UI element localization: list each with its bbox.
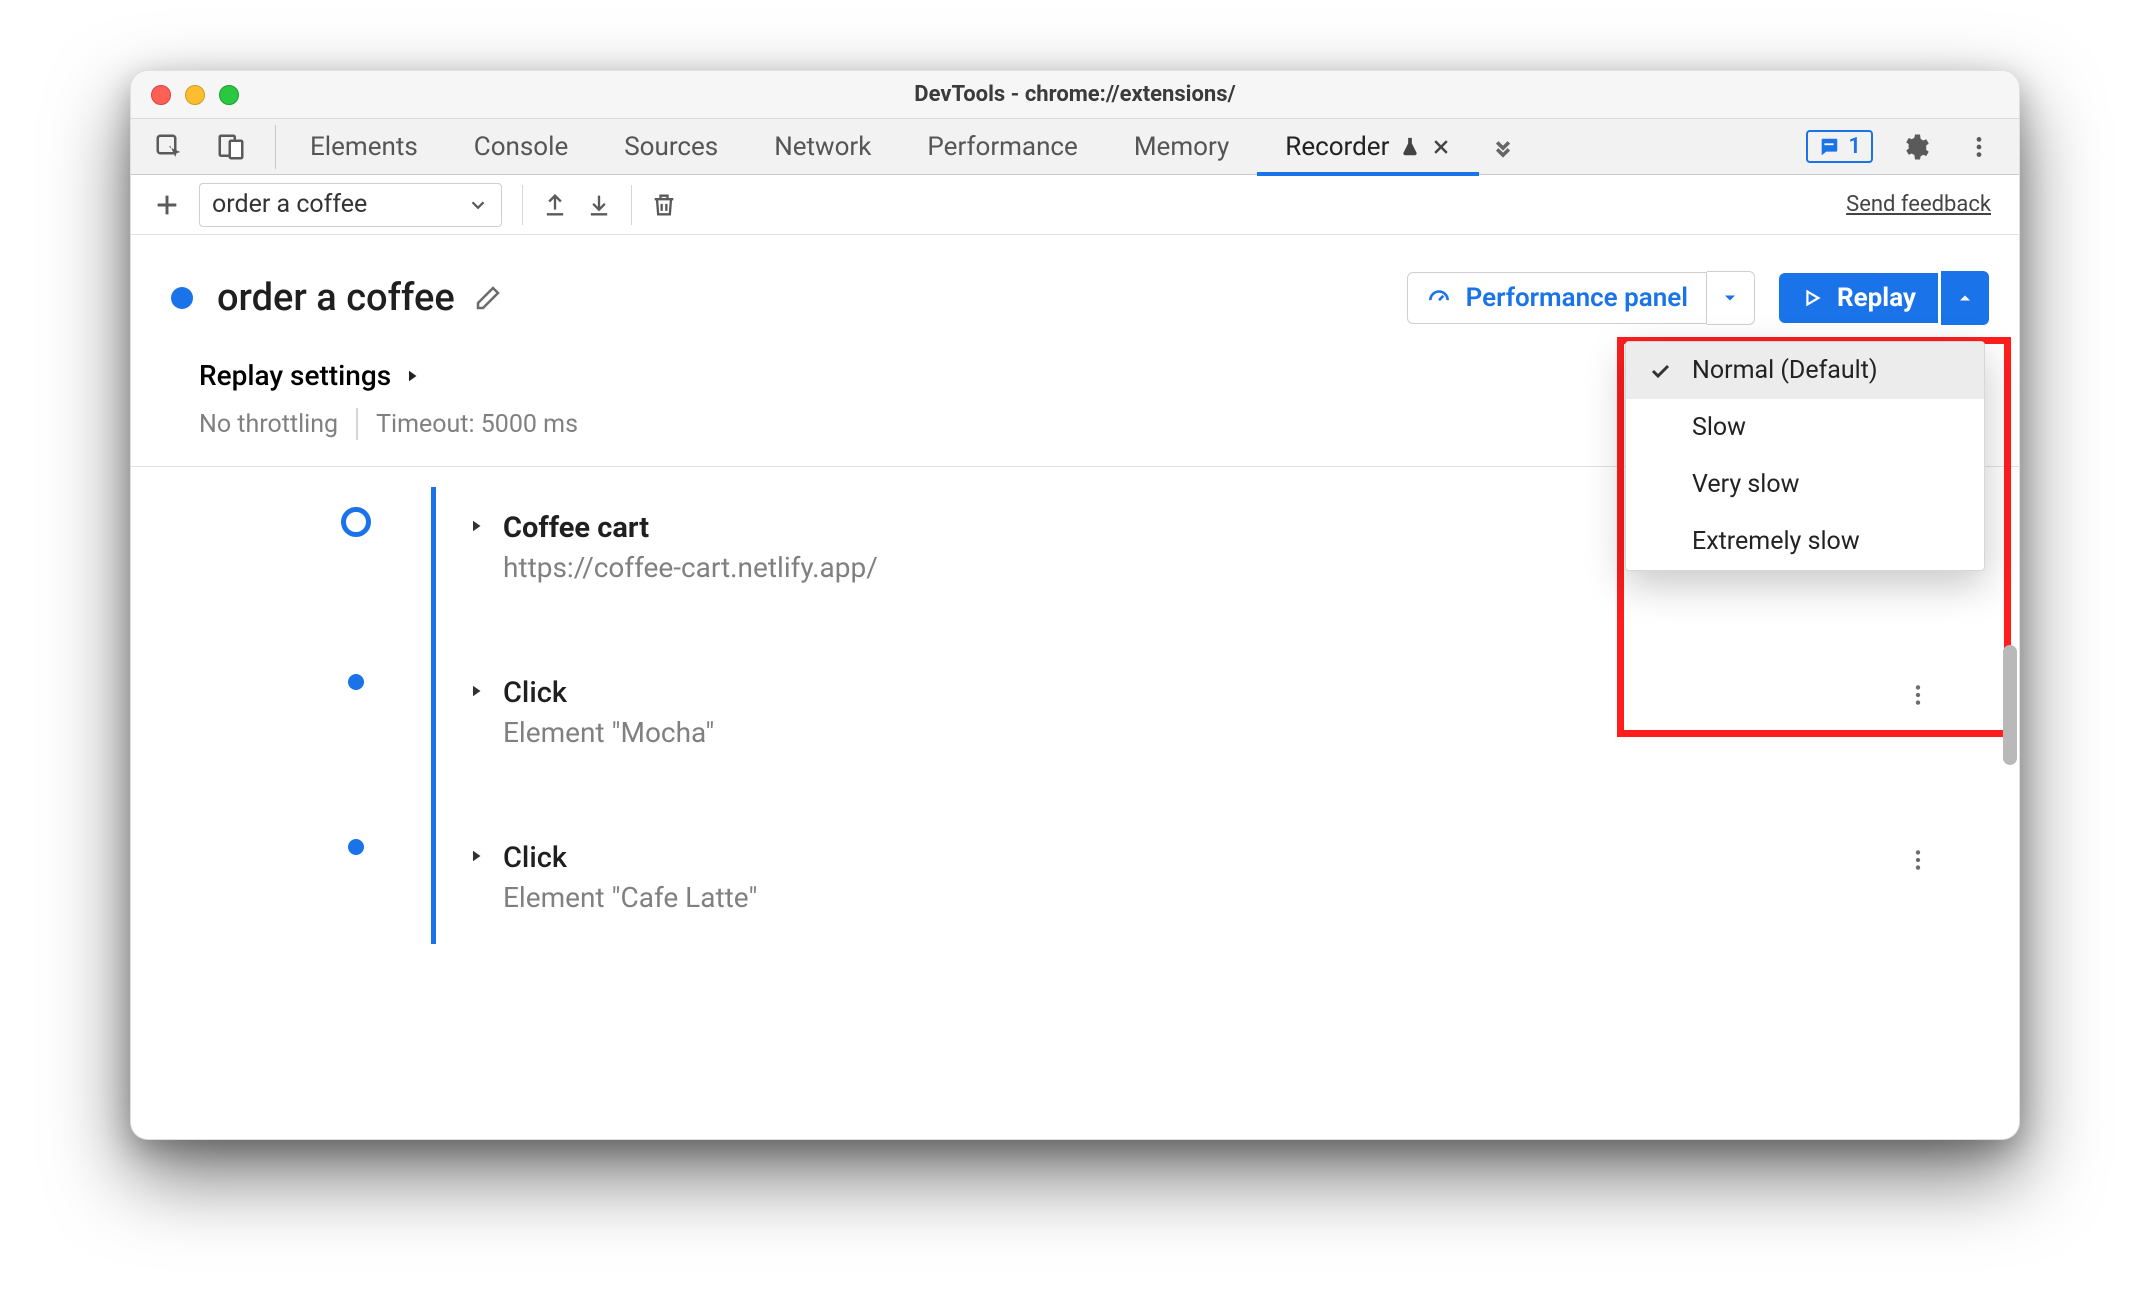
issues-button[interactable]: 1 xyxy=(1806,130,1873,163)
recording-status-dot xyxy=(171,287,193,309)
more-tabs-icon[interactable] xyxy=(1479,133,1527,161)
tab-label: Memory xyxy=(1134,132,1229,162)
replay-label: Replay xyxy=(1837,283,1916,313)
recording-select[interactable]: order a coffee xyxy=(199,183,502,227)
recorder-toolbar: order a coffee Send feedback xyxy=(131,175,2019,235)
menu-item-label: Extremely slow xyxy=(1692,527,1860,556)
tab-sources[interactable]: Sources xyxy=(596,119,746,175)
replay-settings-label: Replay settings xyxy=(199,359,391,392)
menu-item-label: Very slow xyxy=(1692,470,1799,499)
tab-label: Recorder xyxy=(1285,132,1389,162)
tab-memory[interactable]: Memory xyxy=(1106,119,1257,175)
separator xyxy=(356,408,358,440)
separator xyxy=(631,185,632,225)
timeout-value: Timeout: 5000 ms xyxy=(376,410,578,439)
separator xyxy=(522,185,523,225)
issues-count: 1 xyxy=(1848,134,1861,159)
devtools-tabbar: Elements Console Sources Network Perform… xyxy=(131,119,2019,175)
tab-elements[interactable]: Elements xyxy=(282,119,446,175)
devtools-window: DevTools - chrome://extensions/ Elements… xyxy=(130,70,2020,1140)
replay-speed-menu: Normal (Default) Slow Very slow Extremel… xyxy=(1625,341,1985,571)
step-row[interactable]: Click Element "Mocha" xyxy=(411,658,1991,779)
check-icon xyxy=(1648,359,1672,383)
step-subtitle: Element "Mocha" xyxy=(503,716,1905,749)
replay-speed-option-normal[interactable]: Normal (Default) xyxy=(1626,342,1984,399)
step-marker xyxy=(348,674,364,690)
replay-speed-option-very-slow[interactable]: Very slow xyxy=(1626,456,1984,513)
titlebar: DevTools - chrome://extensions/ xyxy=(131,71,2019,119)
replay-speed-option-extremely-slow[interactable]: Extremely slow xyxy=(1626,513,1984,570)
step-menu-icon[interactable] xyxy=(1905,676,1931,708)
tab-label: Network xyxy=(774,132,871,162)
inspect-icon[interactable] xyxy=(147,125,191,169)
tab-label: Performance xyxy=(927,132,1077,162)
close-tab-icon[interactable] xyxy=(1431,137,1451,157)
chevron-down-icon xyxy=(467,194,489,216)
tab-performance[interactable]: Performance xyxy=(899,119,1105,175)
recording-header: order a coffee Performance panel Replay xyxy=(131,235,2019,345)
throttle-value: No throttling xyxy=(199,410,338,439)
menu-item-label: Normal (Default) xyxy=(1692,356,1878,385)
tab-label: Console xyxy=(474,132,568,162)
performance-panel-label: Performance panel xyxy=(1466,283,1688,313)
kebab-menu-icon[interactable] xyxy=(1957,125,2001,169)
scrollbar-thumb[interactable] xyxy=(2003,645,2017,765)
flask-icon xyxy=(1399,136,1421,158)
caret-right-icon[interactable] xyxy=(467,847,485,865)
device-toggle-icon[interactable] xyxy=(209,125,253,169)
step-marker xyxy=(348,839,364,855)
performance-panel-caret[interactable] xyxy=(1707,271,1755,325)
recording-select-value: order a coffee xyxy=(212,190,367,219)
replay-speed-option-slow[interactable]: Slow xyxy=(1626,399,1984,456)
delete-icon[interactable] xyxy=(642,183,686,227)
close-window-button[interactable] xyxy=(151,85,171,105)
tab-label: Elements xyxy=(310,132,418,162)
caret-right-icon[interactable] xyxy=(467,682,485,700)
gauge-icon xyxy=(1426,285,1452,311)
recording-name: order a coffee xyxy=(217,276,455,320)
play-icon xyxy=(1801,287,1823,309)
caret-right-icon xyxy=(403,367,421,385)
menu-item-label: Slow xyxy=(1692,413,1746,442)
tab-network[interactable]: Network xyxy=(746,119,899,175)
tab-recorder[interactable]: Recorder xyxy=(1257,119,1479,175)
step-marker-start xyxy=(341,507,371,537)
import-icon[interactable] xyxy=(577,183,621,227)
separator xyxy=(275,125,276,169)
minimize-window-button[interactable] xyxy=(185,85,205,105)
caret-right-icon[interactable] xyxy=(467,517,485,535)
settings-gear-icon[interactable] xyxy=(1893,125,1937,169)
window-traffic-lights xyxy=(151,85,239,105)
tab-label: Sources xyxy=(624,132,718,162)
send-feedback-link[interactable]: Send feedback xyxy=(1846,192,1991,217)
step-title: Click xyxy=(503,841,1905,875)
replay-speed-caret[interactable] xyxy=(1941,271,1989,325)
chat-icon xyxy=(1818,136,1840,158)
window-title: DevTools - chrome://extensions/ xyxy=(914,82,1235,107)
tab-console[interactable]: Console xyxy=(446,119,596,175)
zoom-window-button[interactable] xyxy=(219,85,239,105)
step-title: Click xyxy=(503,676,1905,710)
replay-button[interactable]: Replay xyxy=(1779,273,1938,323)
edit-name-icon[interactable] xyxy=(473,283,503,313)
new-recording-icon[interactable] xyxy=(145,183,189,227)
step-subtitle: Element "Cafe Latte" xyxy=(503,881,1905,914)
performance-panel-button[interactable]: Performance panel xyxy=(1407,272,1707,324)
step-menu-icon[interactable] xyxy=(1905,841,1931,873)
export-icon[interactable] xyxy=(533,183,577,227)
step-row[interactable]: Click Element "Cafe Latte" xyxy=(411,823,1991,944)
